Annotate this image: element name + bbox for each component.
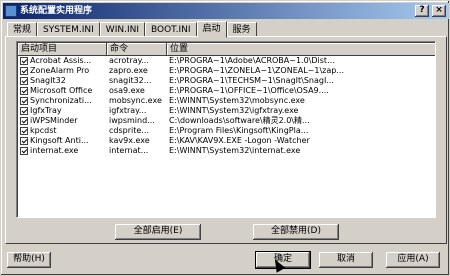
tab-strip: 常规 SYSTEM.INI WIN.INI BOOT.INI 启动 服务 — [7, 21, 257, 38]
item-name: Microsoft Office — [30, 86, 93, 95]
command-cell: iwpsmind... — [109, 116, 155, 125]
title-bar: 系统配置实用程序 ? × — [3, 3, 449, 19]
column-header-command[interactable]: 命令 — [107, 43, 167, 56]
system-config-window: 系统配置实用程序 ? × 常规 SYSTEM.INI WIN.INI BOOT.… — [0, 0, 450, 276]
command-cell: cdsprite... — [109, 126, 149, 135]
location-cell: C:\downloads\software\精灵2.0\精... — [169, 116, 310, 125]
item-cell: Kingsoft Anti... — [18, 136, 107, 146]
list-item[interactable]: Acrobat Assis... acrotray... E:\PROGRA~1… — [18, 56, 435, 66]
location-cell: E:\PROGRA~1\Adobe\ACROBA~1.0\Dist... — [169, 56, 335, 65]
location-cell: E:\PROGRA~1\ZONELA~1\ZONEAL~1\zap... — [169, 66, 344, 75]
list-item[interactable]: ZoneAlarm Pro zapro.exe E:\PROGRA~1\ZONE… — [18, 66, 435, 76]
item-cell: kpcdst — [18, 126, 107, 136]
app-icon — [5, 5, 17, 17]
item-name: ZoneAlarm Pro — [30, 66, 90, 75]
item-name: SnagIt32 — [30, 76, 66, 85]
tab-system-ini[interactable]: SYSTEM.INI — [37, 22, 100, 37]
tab-services[interactable]: 服务 — [226, 22, 257, 37]
list-item[interactable]: Synchronizati... mobsync.exe E:\WINNT\Sy… — [18, 96, 435, 106]
tab-win-ini[interactable]: WIN.INI — [99, 22, 145, 37]
location-cell: E:\PROGRA~1\TECHSM~1\SnagIt\SnagI... — [169, 76, 334, 85]
help-button[interactable]: 帮助(H) — [7, 252, 51, 268]
location-cell: E:\KAV\KAV9X.EXE -Logon -Watcher — [169, 136, 310, 145]
location-cell: E:\Program Files\Kingsoft\KingPla... — [169, 126, 309, 135]
checkbox[interactable] — [20, 67, 28, 75]
tab-boot-ini[interactable]: BOOT.INI — [144, 22, 197, 37]
column-header-location[interactable]: 位置 — [167, 43, 435, 56]
list-item[interactable]: internat.exe internat... E:\WINNT\System… — [18, 146, 435, 156]
item-cell: iWPSMinder — [18, 116, 107, 126]
enable-all-button[interactable]: 全部启用(E) — [115, 224, 201, 240]
list-header: 启动项目 命令 位置 — [18, 43, 435, 56]
item-cell: Acrobat Assis... — [18, 56, 107, 66]
list-item[interactable]: SnagIt32 snagit32... E:\PROGRA~1\TECHSM~… — [18, 76, 435, 86]
item-cell: IgfxTray — [18, 106, 107, 116]
checkbox[interactable] — [20, 127, 28, 135]
checkbox[interactable] — [20, 97, 28, 105]
list-item[interactable]: Microsoft Office osa9.exe E:\PROGRA~1\OF… — [18, 86, 435, 96]
list-item[interactable]: kpcdst cdsprite... E:\Program Files\King… — [18, 126, 435, 136]
list-item[interactable]: IgfxTray igfxtray... E:\WINNT\System32\i… — [18, 106, 435, 116]
command-cell: acrotray... — [109, 56, 149, 65]
command-cell: snagit32... — [109, 76, 152, 85]
location-cell: E:\PROGRA~1\OFFICE~1\Office\OSA9.... — [169, 86, 329, 95]
item-name: Kingsoft Anti... — [30, 136, 89, 145]
item-name: kpcdst — [30, 126, 57, 135]
item-cell: internat.exe — [18, 146, 107, 156]
checkbox[interactable] — [20, 117, 28, 125]
command-cell: osa9.exe — [109, 86, 145, 95]
location-cell: E:\WINNT\System32\internat.exe — [169, 146, 301, 155]
checkbox[interactable] — [20, 147, 28, 155]
item-cell: ZoneAlarm Pro — [18, 66, 107, 76]
window-title: 系统配置实用程序 — [20, 6, 93, 16]
item-name: iWPSMinder — [30, 116, 78, 125]
item-cell: Microsoft Office — [18, 86, 107, 96]
item-name: Acrobat Assis... — [30, 56, 92, 65]
startup-panel: 启动项目 命令 位置 Acrobat Assis... acrotray... … — [5, 36, 447, 244]
startup-list[interactable]: 启动项目 命令 位置 Acrobat Assis... acrotray... … — [16, 41, 436, 218]
location-cell: E:\WINNT\System32\mobsync.exe — [169, 96, 305, 105]
apply-button[interactable]: 应用(A) — [386, 252, 440, 268]
item-name: Synchronizati... — [30, 96, 92, 105]
checkbox[interactable] — [20, 77, 28, 85]
list-rows: Acrobat Assis... acrotray... E:\PROGRA~1… — [18, 56, 435, 156]
help-title-button[interactable]: ? — [415, 5, 429, 17]
item-name: IgfxTray — [30, 106, 62, 115]
list-item[interactable]: iWPSMinder iwpsmind... C:\downloads\soft… — [18, 116, 435, 126]
cancel-button[interactable]: 取消 — [319, 252, 373, 268]
command-cell: internat... — [109, 146, 149, 155]
disable-all-button[interactable]: 全部禁用(D) — [253, 224, 339, 240]
item-cell: SnagIt32 — [18, 76, 107, 86]
command-cell: mobsync.exe — [109, 96, 162, 105]
list-item[interactable]: Kingsoft Anti... kav9x.exe E:\KAV\KAV9X.… — [18, 136, 435, 146]
checkbox[interactable] — [20, 107, 28, 115]
checkbox[interactable] — [20, 87, 28, 95]
column-header-item[interactable]: 启动项目 — [18, 43, 107, 56]
item-cell: Synchronizati... — [18, 96, 107, 106]
location-cell: E:\WINNT\System32\igfxtray.exe — [169, 106, 299, 115]
item-name: internat.exe — [30, 146, 79, 155]
command-cell: igfxtray... — [109, 106, 147, 115]
command-cell: zapro.exe — [109, 66, 148, 75]
tab-startup[interactable]: 启动 — [196, 21, 227, 38]
checkbox[interactable] — [20, 57, 28, 65]
tab-general[interactable]: 常规 — [7, 22, 38, 37]
checkbox[interactable] — [20, 137, 28, 145]
close-button[interactable]: × — [432, 5, 446, 17]
command-cell: kav9x.exe — [109, 136, 150, 145]
